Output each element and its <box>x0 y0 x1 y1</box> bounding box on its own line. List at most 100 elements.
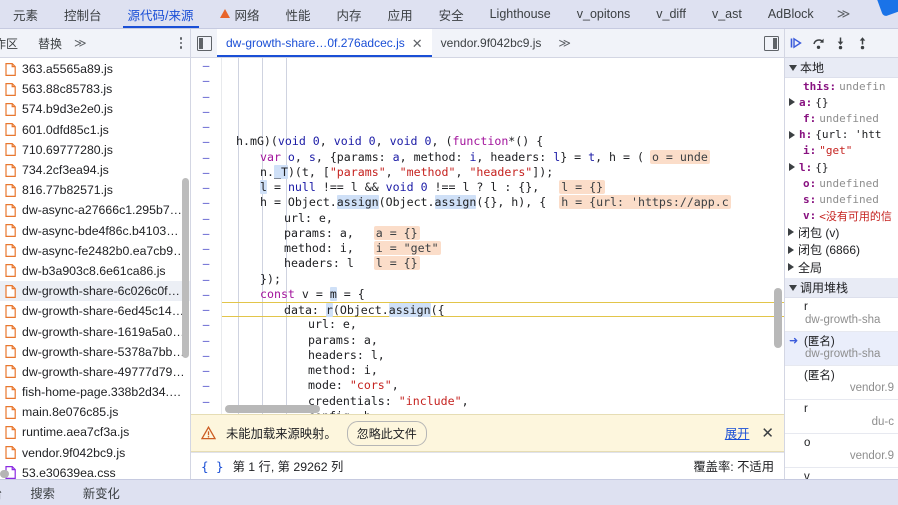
callstack-frame[interactable]: vdw-growth-sha <box>785 468 898 479</box>
code-line[interactable]: mode: "cors", <box>222 378 784 393</box>
scope-variable-row[interactable]: o: undefined <box>785 175 898 191</box>
main-tab-1[interactable]: 控制台 <box>51 0 115 28</box>
code-line[interactable]: method: i, <box>222 363 784 378</box>
navigator-tab-overrides[interactable]: 替换 <box>28 35 72 52</box>
navigator-vertical-scrollbar[interactable] <box>182 178 189 358</box>
expand-warning-link[interactable]: 展开 <box>725 424 750 442</box>
file-tabs-more-button[interactable]: ≫ <box>550 36 578 50</box>
code-line[interactable]: var o, s, {params: a, method: i, headers… <box>222 149 784 165</box>
chevron-right-icon[interactable] <box>789 98 795 107</box>
main-tabs-more-button[interactable]: ≫ <box>827 0 860 28</box>
drawer-tab-0[interactable]: 台 <box>0 484 16 502</box>
file-list-item[interactable]: dw-async-bde4f86c.b4103… <box>0 221 190 241</box>
file-navigator[interactable]: 363.a5565a89.js 563.88c85783.js 574.b9d3e2… <box>0 58 191 479</box>
step-into-icon[interactable] <box>829 32 851 54</box>
callstack-list[interactable]: r dw-growth-sha ➜ (匿名) dw-growth-sha (匿名) vend… <box>785 298 898 479</box>
drawer-tab-2[interactable]: 新变化 <box>69 484 134 502</box>
show-navigator-icon[interactable] <box>191 35 217 51</box>
scope-variable-row[interactable]: this: undefin <box>785 78 898 94</box>
source-code-content[interactable]: h.mG)(void 0, void 0, void 0, (function*… <box>222 58 784 414</box>
scope-variable-row[interactable]: h: {url: 'htt <box>785 127 898 143</box>
file-list-item[interactable]: dw-async-a27666c1.295b7… <box>0 200 190 220</box>
code-line[interactable]: params: a, a = {} <box>222 225 784 241</box>
gutter-line-marker[interactable]: – <box>191 165 221 180</box>
gutter-line-marker[interactable]: – <box>191 211 221 226</box>
callstack-frame[interactable]: (匿名) vendor.9 <box>785 366 898 401</box>
code-line[interactable]: url: e, <box>222 317 784 332</box>
code-line[interactable]: }); <box>222 272 784 287</box>
file-list-item[interactable]: dw-growth-share-5378a7bb… <box>0 342 190 362</box>
gutter-line-marker[interactable]: – <box>191 89 221 104</box>
close-warning-icon[interactable]: ✕ <box>761 426 774 441</box>
pretty-print-icon[interactable]: { } <box>201 459 224 474</box>
file-list-item[interactable]: dw-async-fe2482b0.ea7cb9… <box>0 241 190 261</box>
gutter-line-marker[interactable]: – <box>191 394 221 409</box>
gutter-line-marker[interactable]: – <box>191 287 221 302</box>
scope-variable-row[interactable]: i: "get" <box>785 143 898 159</box>
scope-group-row[interactable]: 闭包 (v) <box>785 224 898 242</box>
scope-variable-row[interactable]: s: undefined <box>785 191 898 207</box>
file-list-item[interactable]: dw-growth-share-1619a5a0… <box>0 321 190 341</box>
ignore-file-button[interactable]: 忽略此文件 <box>346 420 427 446</box>
file-list-item[interactable]: main.8e076c85.js <box>0 402 190 422</box>
main-tab-9[interactable]: v_opitons <box>564 0 644 28</box>
code-line[interactable]: headers: l l = {} <box>222 256 784 271</box>
file-list-item[interactable]: 710.69777280.js <box>0 140 190 160</box>
file-list-item[interactable]: 734.2cf3ea94.js <box>0 160 190 180</box>
file-list-item[interactable]: 363.a5565a89.js <box>0 59 190 79</box>
code-line[interactable]: url: e, <box>222 211 784 226</box>
drawer-tab-1[interactable]: 搜索 <box>16 484 69 502</box>
code-line[interactable]: params: a, <box>222 333 784 348</box>
show-debugger-icon[interactable] <box>758 35 784 51</box>
code-line[interactable]: h = Object.assign(Object.assign({}, h), … <box>222 195 784 210</box>
main-tab-7[interactable]: 安全 <box>426 0 477 28</box>
main-tab-5[interactable]: 内存 <box>324 0 375 28</box>
scope-group-row[interactable]: 全局 <box>785 259 898 277</box>
chevron-right-icon[interactable] <box>789 130 795 139</box>
step-over-icon[interactable] <box>807 32 829 54</box>
main-tab-2[interactable]: 源代码/来源 <box>115 0 207 28</box>
file-tab-0[interactable]: dw-growth-share…0f.276adcec.js ✕ <box>217 29 432 57</box>
chevron-right-icon[interactable] <box>788 228 794 237</box>
gutter-line-marker[interactable]: – <box>191 150 221 165</box>
file-list-item[interactable]: dw-growth-share-6c026c0f… <box>0 281 190 302</box>
code-line[interactable]: h.mG)(void 0, void 0, void 0, (function*… <box>222 134 784 149</box>
file-list-item[interactable]: 601.0dfd85c1.js <box>0 120 190 140</box>
code-line[interactable]: n._T)(t, ["params", "method", "headers"]… <box>222 164 784 180</box>
navigator-horizontal-scrollbar[interactable] <box>0 470 9 478</box>
code-line[interactable]: l = null !== l && void 0 !== l ? l : {},… <box>222 180 784 195</box>
scope-group-list[interactable]: 闭包 (v) 闭包 (6866) 全局 <box>785 224 898 277</box>
scope-variable-row[interactable]: f: undefined <box>785 110 898 126</box>
scope-variable-row[interactable]: l: {} <box>785 159 898 175</box>
gutter-line-marker[interactable]: – <box>191 104 221 119</box>
file-list-item[interactable]: fish-home-page.338b2d34.… <box>0 382 190 402</box>
navigator-tabs-more-button[interactable]: ≫ <box>72 36 96 50</box>
step-out-icon[interactable] <box>851 32 873 54</box>
code-line-current-execution[interactable]: data: r(Object.assign({ <box>222 302 784 318</box>
gutter-line-marker[interactable]: – <box>191 302 221 317</box>
gutter-line-marker[interactable]: – <box>191 73 221 88</box>
main-tab-12[interactable]: AdBlock <box>755 0 827 28</box>
file-list-item[interactable]: dw-growth-share-6ed45c14… <box>0 301 190 321</box>
gutter-line-marker[interactable]: – <box>191 256 221 271</box>
main-tab-11[interactable]: v_ast <box>699 0 755 28</box>
editor-horizontal-scrollbar[interactable] <box>225 405 320 413</box>
chevron-right-icon[interactable] <box>788 245 794 254</box>
scope-section-header[interactable]: 本地 <box>785 58 898 78</box>
source-editor[interactable]: – – – – – – – – – – – – – – – – – – – – – – – h.mG)(void 0, vo… <box>191 58 784 414</box>
debugger-sidebar[interactable]: 本地 this: undefin a: {} f: undefined h: {url… <box>784 58 898 479</box>
resume-icon[interactable] <box>785 32 807 54</box>
navigator-more-options-icon[interactable] <box>179 37 182 49</box>
gutter-line-marker[interactable]: – <box>191 226 221 241</box>
callstack-section-header[interactable]: 调用堆栈 <box>785 278 898 299</box>
scope-variable-row[interactable]: v: <没有可用的信 <box>785 208 898 224</box>
gutter-line-marker[interactable]: – <box>191 333 221 348</box>
line-number-gutter[interactable]: – – – – – – – – – – – – – – – – – – – – – – – <box>191 58 222 414</box>
editor-vertical-scrollbar[interactable] <box>774 288 782 348</box>
gutter-line-marker[interactable]: – <box>191 241 221 256</box>
main-tab-8[interactable]: Lighthouse <box>477 0 564 28</box>
gutter-line-marker[interactable]: – <box>191 180 221 195</box>
file-list-item[interactable]: 816.77b82571.js <box>0 180 190 200</box>
gutter-line-marker[interactable]: – <box>191 58 221 73</box>
main-tab-0[interactable]: 元素 <box>0 0 51 28</box>
